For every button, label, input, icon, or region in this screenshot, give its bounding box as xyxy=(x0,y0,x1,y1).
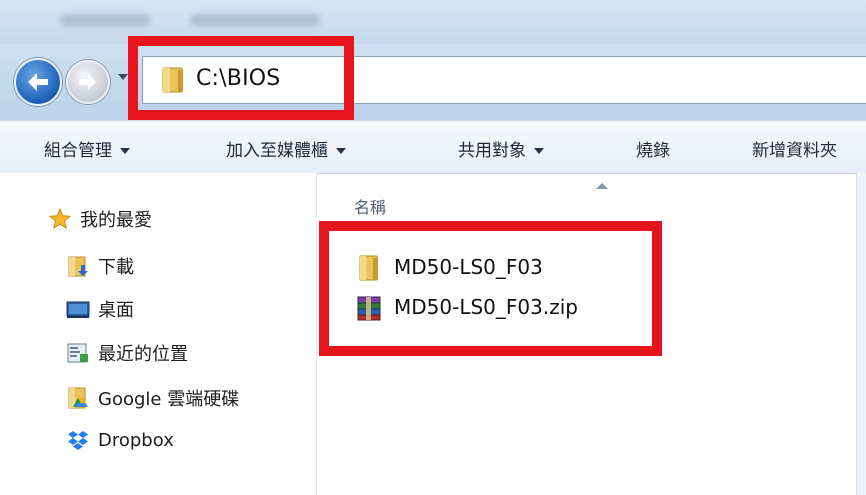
download-folder-icon xyxy=(66,254,90,278)
add-to-library-label: 加入至媒體櫃 xyxy=(226,141,328,161)
details-pane-edge xyxy=(856,173,866,495)
nav-item-label: 最近的位置 xyxy=(98,344,188,365)
nav-item-dropbox[interactable]: Dropbox xyxy=(66,428,174,452)
nav-item-desktop[interactable]: 桌面 xyxy=(66,296,134,322)
nav-item-recent-places[interactable]: 最近的位置 xyxy=(66,340,188,366)
burn-label: 燒錄 xyxy=(636,141,670,161)
share-with-menu[interactable]: 共用對象 xyxy=(458,136,544,161)
new-folder-label: 新增資料夾 xyxy=(752,141,837,161)
nav-item-label: Dropbox xyxy=(98,429,174,451)
share-with-label: 共用對象 xyxy=(458,141,526,161)
burn-button[interactable]: 燒錄 xyxy=(636,136,670,161)
add-to-library-menu[interactable]: 加入至媒體櫃 xyxy=(226,136,346,161)
recent-pages-dropdown-icon[interactable] xyxy=(118,74,128,80)
nav-item-google-drive[interactable]: Google 雲端硬碟 xyxy=(66,385,239,411)
back-arrow-icon xyxy=(28,73,48,91)
nav-item-label: 我的最愛 xyxy=(80,210,152,231)
chevron-down-icon xyxy=(120,148,130,154)
recent-places-icon xyxy=(66,341,90,365)
nav-item-downloads[interactable]: 下載 xyxy=(66,253,134,279)
new-folder-button[interactable]: 新增資料夾 xyxy=(752,136,837,161)
dropbox-icon xyxy=(66,428,90,452)
desktop-icon xyxy=(66,297,90,321)
nav-item-favorites[interactable]: 我的最愛 xyxy=(48,206,152,232)
organize-menu[interactable]: 組合管理 xyxy=(44,136,130,161)
star-icon xyxy=(48,207,72,231)
highlight-box-files xyxy=(319,221,662,356)
nav-item-label: 下載 xyxy=(98,257,134,278)
forward-arrow-icon xyxy=(79,74,96,90)
sort-ascending-icon xyxy=(596,183,608,189)
organize-label: 組合管理 xyxy=(44,141,112,161)
highlight-box-address xyxy=(128,36,354,120)
blurred-title-text-2 xyxy=(190,14,320,26)
back-button[interactable] xyxy=(14,58,62,106)
forward-button[interactable] xyxy=(66,60,110,104)
nav-item-label: Google 雲端硬碟 xyxy=(98,389,240,410)
nav-item-label: 桌面 xyxy=(98,300,134,321)
column-header-name[interactable]: 名稱 xyxy=(354,194,386,218)
chevron-down-icon xyxy=(336,148,346,154)
google-drive-folder-icon xyxy=(66,386,90,410)
chevron-down-icon xyxy=(534,148,544,154)
blurred-title-text xyxy=(60,14,150,26)
